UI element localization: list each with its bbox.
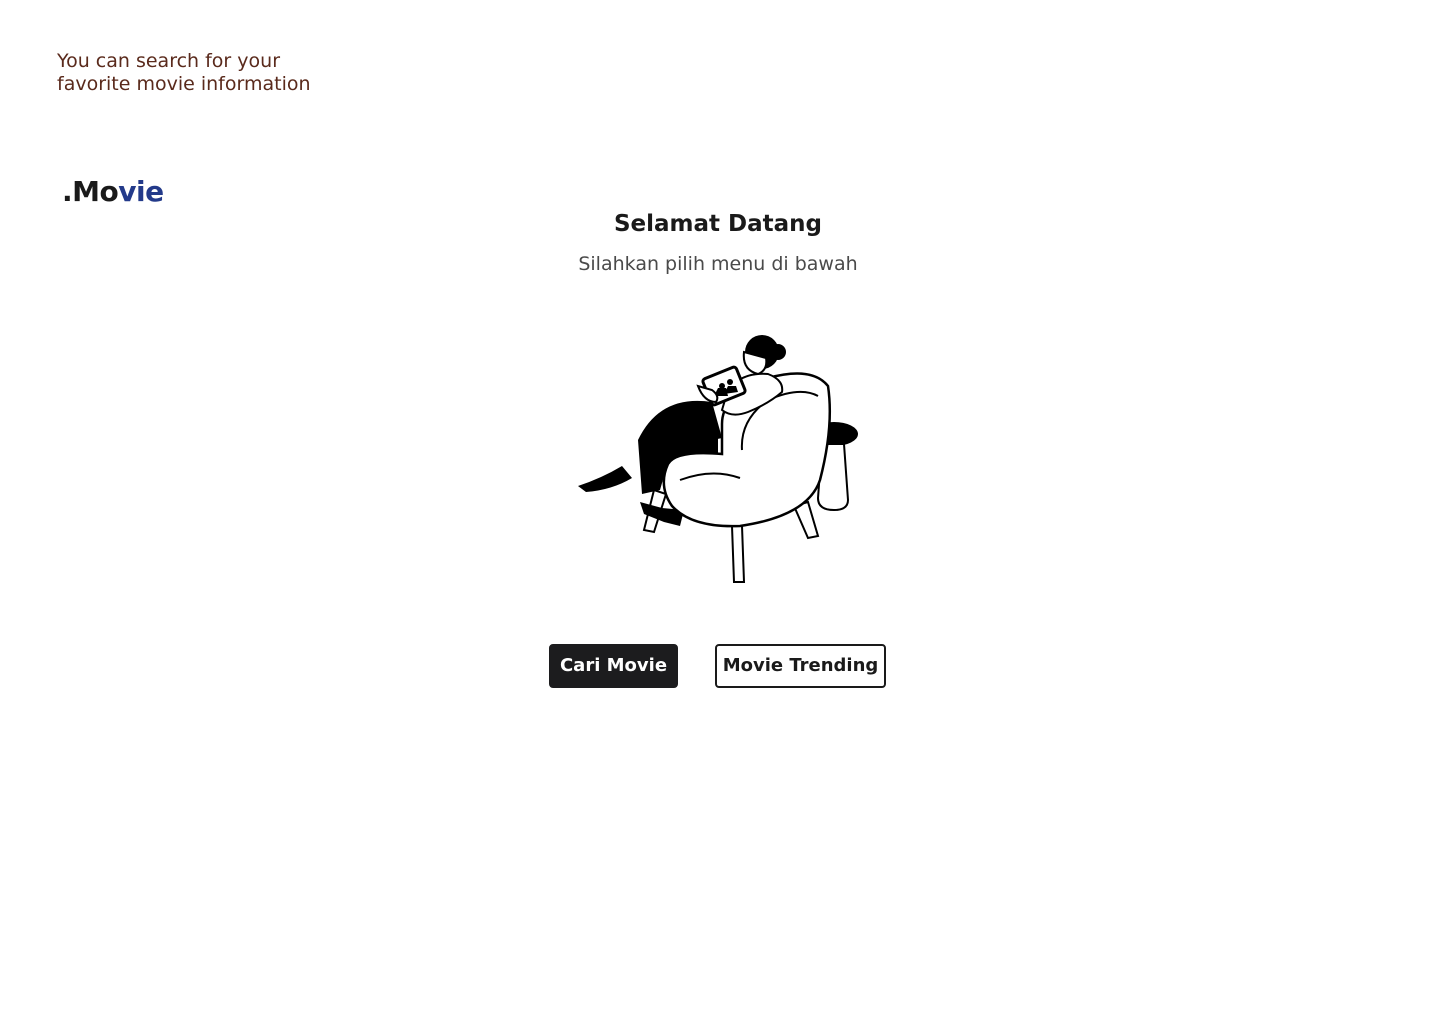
logo[interactable]: .Movie — [62, 174, 164, 210]
search-movie-button[interactable]: Cari Movie — [549, 644, 678, 688]
logo-dot: . — [62, 175, 73, 208]
tagline-line-1: You can search for your — [57, 50, 280, 72]
woman-reading-tablet-in-armchair-illustration — [578, 335, 858, 583]
logo-text-part1: Mo — [72, 175, 119, 208]
logo-text-part2: vie — [118, 175, 164, 208]
tagline-line-2: favorite movie information — [57, 73, 311, 95]
page-title: Selamat Datang — [613, 211, 823, 237]
tagline: You can search for your favorite movie i… — [57, 50, 357, 96]
trending-movie-button[interactable]: Movie Trending — [715, 644, 886, 688]
page-subtitle: Silahkan pilih menu di bawah — [578, 253, 858, 275]
